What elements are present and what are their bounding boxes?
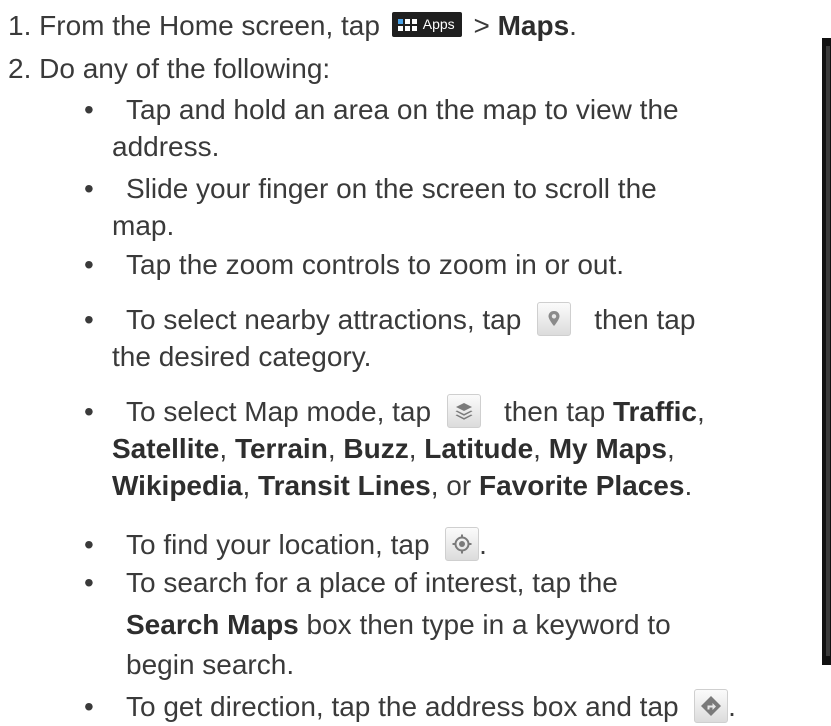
map-mode-transit-lines: Transit Lines [258,470,431,501]
maps-label: Maps [497,10,570,41]
map-mode-traffic: Traffic [612,396,697,427]
directions-button[interactable] [694,688,729,723]
bullet-text: To get direction, tap the address box an… [126,688,736,726]
separator: , [666,433,675,464]
map-mode-latitude: Latitude [424,433,534,464]
map-mode-terrain: Terrain [234,433,328,464]
text-segment: To select nearby attractions, tap [126,304,522,335]
apps-button-label: Apps [422,16,455,33]
separator: , [408,433,417,464]
bullet-text: begin search. [126,649,295,680]
apps-button[interactable]: Apps [391,12,462,37]
bullet: • [84,94,94,125]
separator: , or [430,470,472,501]
separator: , [533,433,541,464]
period: . [684,470,693,501]
layers-icon [455,402,473,420]
bullet-text: Wikipedia, Transit Lines, or Favorite Pl… [112,469,692,503]
step-text: From the Home screen, tap [39,10,380,41]
places-button[interactable] [536,301,571,336]
bullet-text: To search for a place of interest, tap t… [126,567,618,598]
text-segment: then tap [594,304,696,335]
bullet-text: Tap and hold an area on the map to view … [126,94,679,125]
bullet-text: Tap the zoom controls to zoom in or out. [126,249,625,280]
my-location-icon [452,534,472,554]
bullet-text: the desired category. [112,341,372,372]
apps-grid-icon [397,18,418,31]
bullet: • [84,567,94,598]
bullet: • [84,529,94,560]
bullet-text: Slide your finger on the screen to scrol… [126,173,657,204]
bullet: • [84,249,94,280]
bullet: • [84,691,94,722]
bullet-text: address. [112,131,220,162]
map-mode-wikipedia: Wikipedia [112,470,243,501]
bullet: • [84,304,94,335]
device-screenshot-edge [822,38,831,665]
directions-icon [701,695,722,716]
bullet-text: To select Map mode, tap then tap Traffic… [126,393,705,431]
step-separator: > [473,10,490,41]
layers-button[interactable] [446,393,481,428]
text-segment: then tap [503,396,606,427]
step-2: 2. Do any of the following: [8,52,330,86]
step-period: . [569,10,577,41]
bullet-text: map. [112,210,175,241]
bullet-text: Satellite, Terrain, Buzz, Latitude, My M… [112,432,675,466]
bullet: • [84,173,94,204]
bullet: • [84,396,94,427]
step-text: Do any of the following: [39,53,331,84]
map-mode-favorite-places: Favorite Places [478,470,685,501]
text-segment: To find your location, tap [126,529,430,560]
separator: , [219,433,228,464]
map-mode-satellite: Satellite [112,433,220,464]
bullet-text: To find your location, tap . [126,526,487,564]
step-number: 1. [8,10,32,41]
text-segment: To get direction, tap the address box an… [126,691,679,722]
separator: , [242,470,251,501]
map-mode-my-maps: My Maps [548,433,667,464]
bullet-text: Search Maps box then type in a keyword t… [126,608,671,642]
period: . [728,691,736,722]
separator: , [327,433,336,464]
my-location-button[interactable] [445,526,480,561]
step-number: 2. [8,53,32,84]
text-segment: box then type in a keyword to [306,609,671,640]
bullet-text: To select nearby attractions, tap then t… [126,301,696,339]
text-segment: To select Map mode, tap [126,396,432,427]
step-1: 1. From the Home screen, tap Apps > Maps… [8,9,577,43]
period: . [479,529,487,560]
map-mode-buzz: Buzz [343,433,409,464]
search-maps-label: Search Maps [126,609,299,640]
map-pin-icon [548,310,560,326]
separator: , [696,396,705,427]
